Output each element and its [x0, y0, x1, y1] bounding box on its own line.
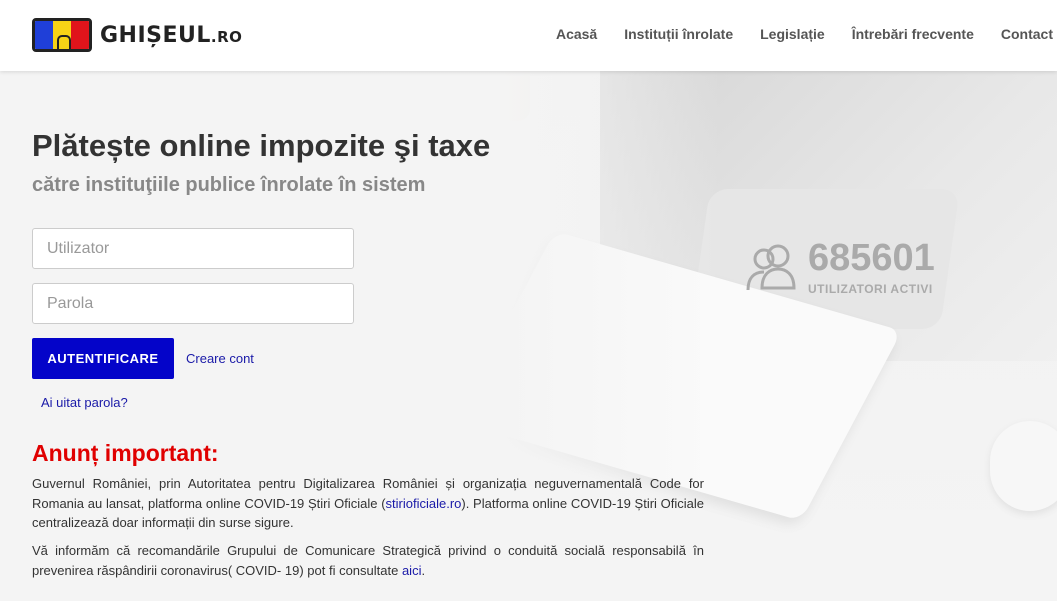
- notice-here-link[interactable]: aici: [402, 563, 422, 578]
- password-input[interactable]: [32, 283, 354, 324]
- active-users-stat: 685601 UTILIZATORI ACTIVI: [742, 236, 935, 296]
- users-icon: [746, 244, 796, 291]
- login-button[interactable]: AUTENTIFICARE: [32, 338, 174, 379]
- username-input[interactable]: [32, 228, 354, 269]
- stiri-oficiale-link[interactable]: stirioficiale.ro: [386, 496, 462, 511]
- nav-legislation[interactable]: Legislație: [760, 26, 825, 42]
- site-logo[interactable]: GHIȘEUL.RO: [32, 16, 242, 54]
- nav-home[interactable]: Acasă: [556, 26, 597, 42]
- main-nav: Acasă Instituții înrolate Legislație Înt…: [529, 26, 1053, 42]
- page-subtitle: către instituţiile publice înrolate în s…: [32, 174, 426, 196]
- nav-faq[interactable]: Întrebări frecvente: [852, 26, 974, 42]
- create-account-link[interactable]: Creare cont: [186, 351, 254, 366]
- notice-paragraph-1: Guvernul României, prin Autoritatea pent…: [32, 476, 704, 530]
- background-mouse: [990, 421, 1057, 511]
- nav-institutions[interactable]: Instituții înrolate: [624, 26, 733, 42]
- flag-logo-icon: [32, 18, 92, 52]
- nav-contact[interactable]: Contact: [1001, 26, 1053, 42]
- notice-paragraph-2: Vă informăm că recomandările Grupului de…: [32, 543, 704, 578]
- page-title: Plătește online impozite şi taxe: [32, 128, 491, 163]
- site-header: GHIȘEUL.RO Acasă Instituții înrolate Leg…: [0, 0, 1057, 71]
- active-users-count: 685601: [808, 237, 935, 279]
- notice-title: Anunț important:: [32, 440, 219, 466]
- forgot-password-link[interactable]: Ai uitat parola?: [41, 395, 128, 410]
- active-users-label: UTILIZATORI ACTIVI: [808, 282, 933, 296]
- logo-text: GHIȘEUL.RO: [100, 22, 243, 48]
